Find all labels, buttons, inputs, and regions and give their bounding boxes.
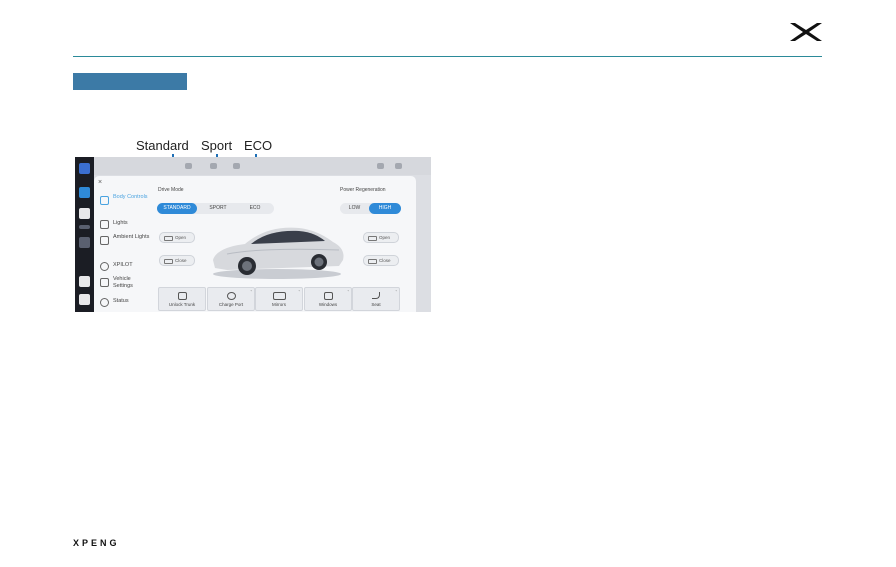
windows-button[interactable]: ⌝ Windows [304, 287, 352, 311]
menu-item-body-controls[interactable]: Body Controls [98, 194, 150, 208]
button-label: Open [175, 235, 187, 240]
callout-sport: Sport [201, 138, 233, 153]
headlight-icon [100, 220, 109, 229]
fan-icon[interactable] [79, 237, 90, 248]
regen-low[interactable]: LOW [340, 203, 369, 214]
vehicle-control-panel: × Body Controls Lights Ambient Lights XP… [94, 176, 416, 312]
door-icon [164, 259, 173, 264]
button-label: Unlock Trunk [168, 302, 196, 307]
vehicle-screen: × Body Controls Lights Ambient Lights XP… [75, 157, 431, 312]
app-rail [75, 157, 94, 312]
button-label: Windows [318, 302, 338, 307]
brand-logo-icon [790, 23, 822, 41]
status-icon [185, 163, 192, 169]
phone-icon[interactable] [79, 294, 90, 305]
header-divider [73, 56, 822, 57]
menu-item-label: Ambient Lights [113, 234, 150, 240]
left-door-close-button[interactable]: Close [159, 255, 195, 266]
menu-item-label: Vehicle Settings [113, 276, 133, 289]
menu-item-ambient-lights[interactable]: Ambient Lights [98, 234, 150, 248]
launcher-icon[interactable] [79, 163, 90, 174]
menu-item-label: Body Controls [113, 194, 148, 200]
charge-port-icon [227, 292, 236, 300]
section-header-bar [73, 73, 187, 90]
status-icon [395, 163, 402, 169]
button-label: Open [379, 235, 391, 240]
button-label: Charge Port [218, 302, 244, 307]
door-icon [368, 259, 377, 264]
drive-mode-selector: STANDARD SPORT ECO [157, 203, 274, 214]
door-icon [164, 236, 173, 241]
sun-icon [100, 236, 109, 245]
regen-high[interactable]: HIGH [369, 203, 401, 214]
mirrors-button[interactable]: ⌝ Mirrors [255, 287, 303, 311]
power-regeneration-selector: LOW HIGH [340, 203, 401, 214]
expand-icon: ⌝ [250, 289, 252, 294]
status-icon [233, 163, 240, 169]
unlock-trunk-button[interactable]: Unlock Trunk [158, 287, 206, 311]
menu-item-vehicle-settings[interactable]: Vehicle Settings [98, 276, 150, 290]
status-icon [210, 163, 217, 169]
seat-icon [372, 292, 380, 299]
seat-button[interactable]: ⌝ Seat [352, 287, 400, 311]
footer-wordmark: XPENG [73, 538, 120, 548]
menu-item-label: Status [113, 298, 129, 304]
status-icon [377, 163, 384, 169]
button-label: Seat [371, 302, 381, 307]
car-control-icon[interactable] [79, 187, 90, 198]
expand-icon: ⌝ [395, 289, 397, 294]
home-icon [100, 196, 109, 205]
menu-item-xpilot[interactable]: XPILOT [98, 260, 150, 274]
chevron-up-icon[interactable] [79, 225, 90, 229]
camera-icon[interactable] [79, 208, 90, 219]
window-icon [324, 292, 333, 300]
left-door-open-button[interactable]: Open [159, 232, 195, 243]
menu-item-status[interactable]: Status [98, 296, 150, 310]
screen-status-bar [75, 157, 431, 175]
charge-port-button[interactable]: ⌝ Charge Port [207, 287, 255, 311]
power-regeneration-title: Power Regeneration [340, 187, 386, 193]
expand-icon: ⌝ [347, 289, 349, 294]
door-icon [368, 236, 377, 241]
gear-icon [100, 278, 109, 287]
menu-item-lights[interactable]: Lights [98, 218, 150, 232]
drive-mode-sport[interactable]: SPORT [199, 203, 237, 214]
drive-mode-standard[interactable]: STANDARD [157, 203, 197, 214]
menu-item-label: XPILOT [113, 262, 133, 268]
mirror-icon [273, 292, 286, 300]
button-label: Close [379, 258, 391, 263]
callout-standard: Standard [136, 138, 189, 153]
right-door-open-button[interactable]: Open [363, 232, 399, 243]
drive-mode-title: Drive Mode [158, 187, 184, 193]
right-door-close-button[interactable]: Close [363, 255, 399, 266]
callout-eco: ECO [244, 138, 273, 153]
music-icon[interactable] [79, 276, 90, 287]
menu-item-label: Lights [113, 220, 128, 226]
button-label: Mirrors [272, 302, 286, 307]
expand-icon: ⌝ [298, 289, 300, 294]
car-image [213, 227, 344, 279]
quick-controls: Unlock Trunk ⌝ Charge Port ⌝ Mirrors ⌝ W… [158, 287, 416, 311]
drive-mode-eco[interactable]: ECO [237, 203, 273, 214]
steering-wheel-icon [100, 262, 109, 271]
trunk-icon [178, 292, 187, 300]
settings-menu: Body Controls Lights Ambient Lights XPIL… [94, 188, 149, 312]
close-icon[interactable]: × [98, 179, 102, 186]
status-icon [100, 298, 109, 307]
button-label: Close [175, 258, 187, 263]
